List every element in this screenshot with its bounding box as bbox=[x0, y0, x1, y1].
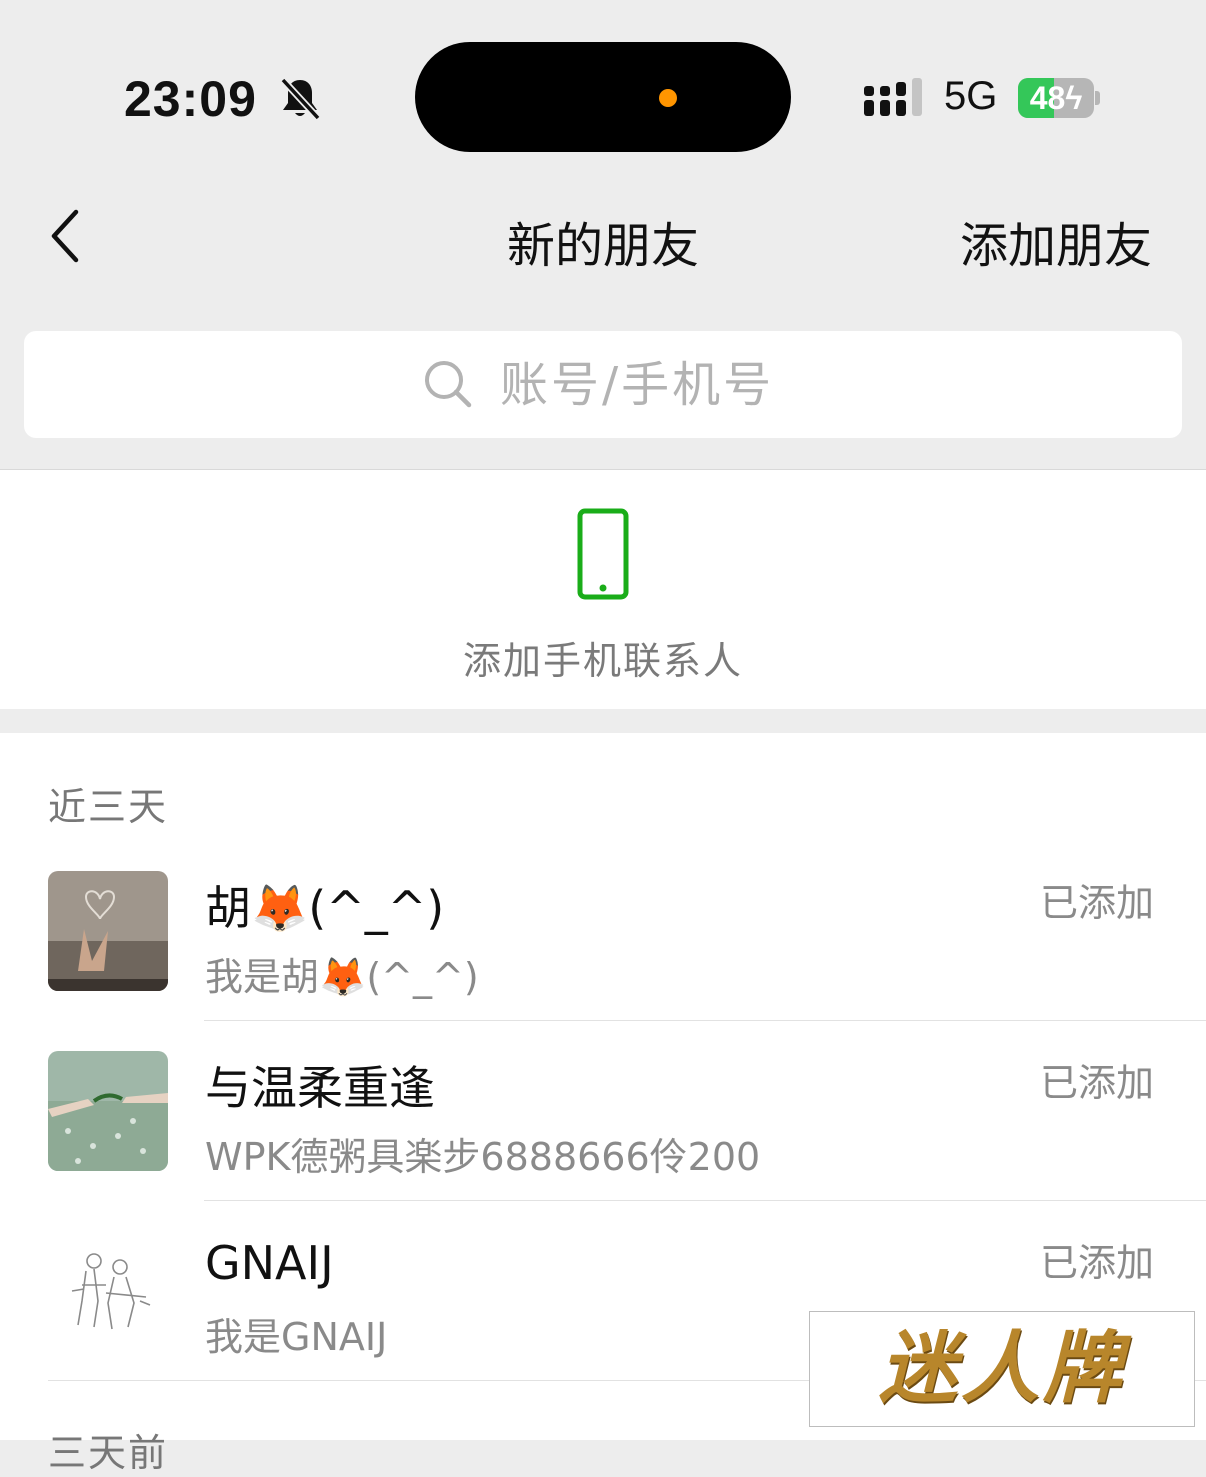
avatar bbox=[48, 871, 168, 991]
camera-indicator bbox=[659, 89, 677, 107]
friend-message: 我是GNAIJ bbox=[205, 1315, 388, 1359]
search-input[interactable] bbox=[500, 345, 1000, 425]
avatar bbox=[48, 1231, 168, 1351]
signal-icon bbox=[864, 78, 922, 116]
battery-level: 48ϟ bbox=[1029, 80, 1083, 116]
friend-message: 我是胡🦊(^_^) bbox=[205, 955, 479, 999]
search-icon bbox=[425, 361, 472, 408]
avatar bbox=[48, 1051, 168, 1171]
status-badge: 已添加 bbox=[1039, 881, 1154, 925]
list-item[interactable] bbox=[0, 840, 1206, 1020]
status-badge: 已添加 bbox=[1039, 1241, 1154, 1285]
bell-slash-icon bbox=[280, 77, 321, 121]
section-title-earlier: 三天前 bbox=[48, 1431, 169, 1475]
add-phone-contacts-label: 添加手机联系人 bbox=[462, 639, 743, 683]
watermark: 迷人牌 bbox=[809, 1311, 1195, 1427]
friend-name: 与温柔重逢 bbox=[205, 1061, 435, 1115]
section-title-recent: 近三天 bbox=[48, 785, 169, 829]
status-badge: 已添加 bbox=[1039, 1061, 1154, 1105]
battery-tip bbox=[1095, 91, 1100, 105]
dynamic-island bbox=[415, 42, 791, 152]
friend-name: 胡🦊(^_^) bbox=[205, 881, 445, 935]
mobile-phone-icon bbox=[577, 508, 629, 600]
friend-name: GNAIJ bbox=[205, 1236, 334, 1290]
friend-message: WPK德粥具楽步6888666伶200 bbox=[205, 1135, 761, 1179]
status-time: 23:09 bbox=[124, 71, 257, 127]
network-type: 5G bbox=[944, 74, 998, 118]
watermark-text: 迷人牌 bbox=[878, 1323, 1125, 1414]
battery-charging-icon: 48ϟ bbox=[1018, 78, 1094, 118]
add-friend-button[interactable]: 添加朋友 bbox=[960, 206, 1152, 276]
